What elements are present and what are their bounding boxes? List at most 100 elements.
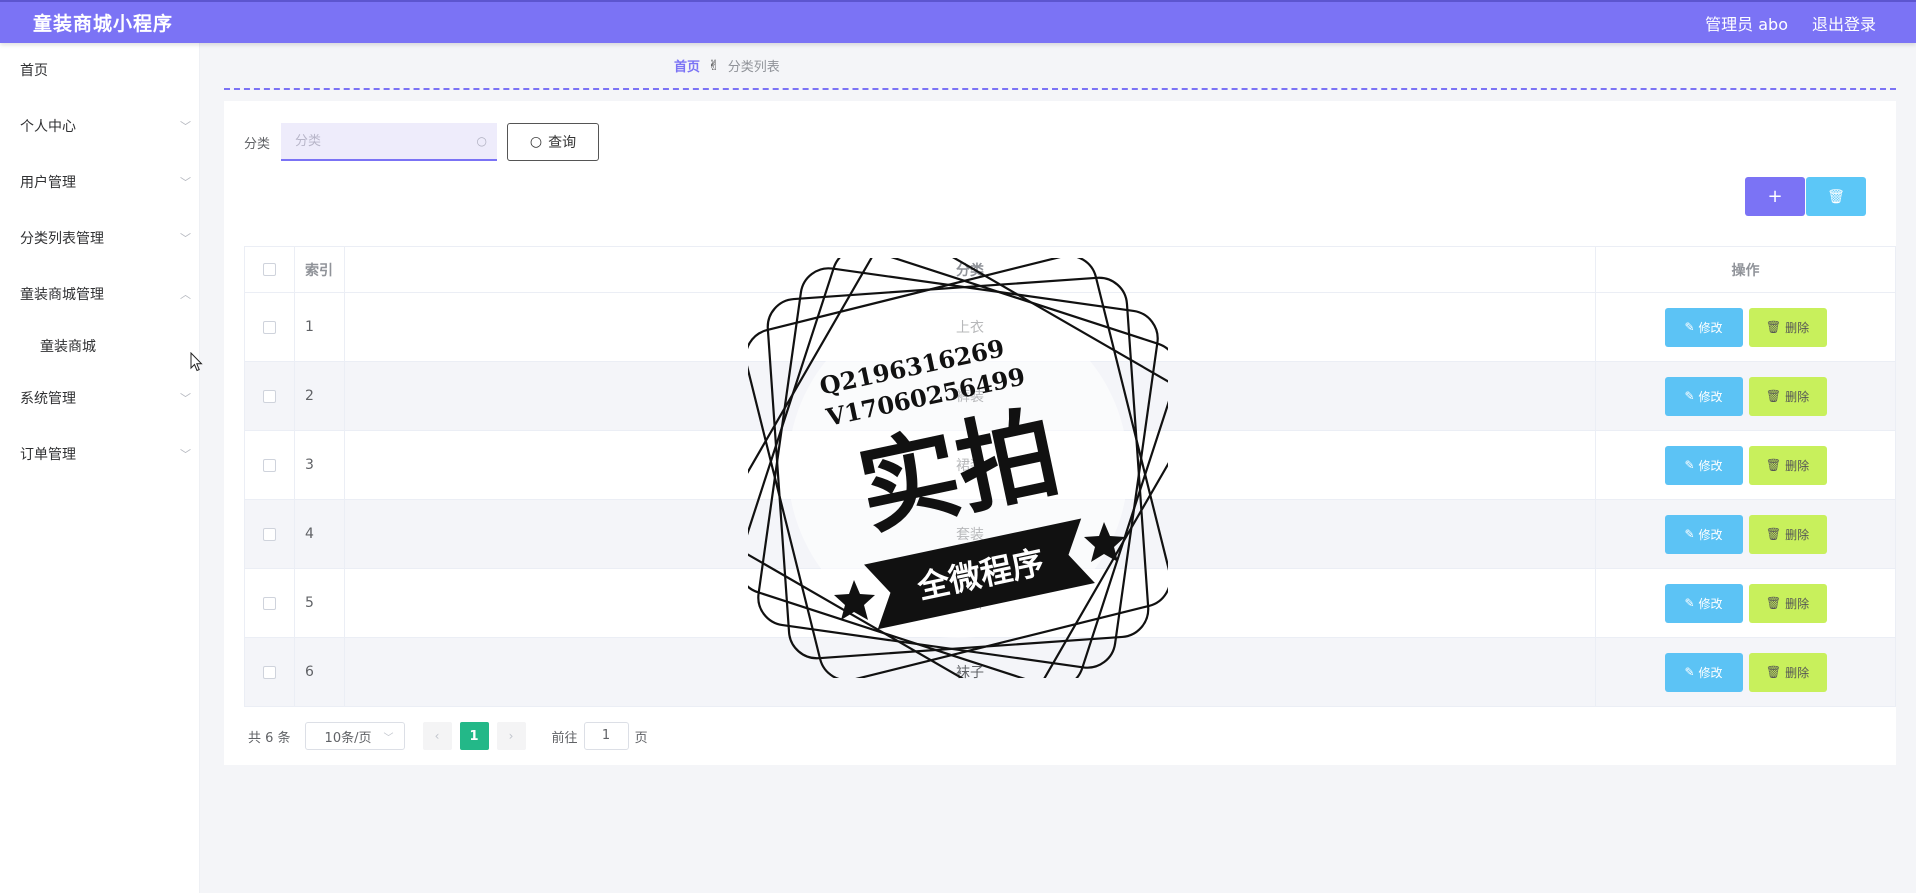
breadcrumb-home[interactable]: 首页 xyxy=(674,56,700,75)
row-index: 6 xyxy=(294,637,345,707)
search-icon: ○ xyxy=(529,134,543,150)
edit-button[interactable]: ✎ 修改 xyxy=(1664,514,1743,554)
column-header-actions: 操作 xyxy=(1595,246,1896,293)
logout-link[interactable]: 退出登录 xyxy=(1812,11,1876,35)
trash-icon: 🗑 xyxy=(1765,527,1782,541)
breadcrumb: 首页 ✌ 分类列表 xyxy=(224,43,1896,90)
pencil-icon: ✎ xyxy=(1684,527,1695,541)
chevron-down-icon: ﹀ xyxy=(180,448,191,461)
delete-button[interactable]: 🗑 删除 xyxy=(1748,514,1827,554)
pagination-total: 共 6 条 xyxy=(248,730,291,746)
row-checkbox[interactable] xyxy=(263,665,276,679)
row-category: 内裤 xyxy=(344,568,1596,638)
next-page-button[interactable]: › xyxy=(496,722,526,750)
sidebar-item-home[interactable]: 首页 xyxy=(0,43,199,99)
table-row: 1 上衣 ✎ 修改 🗑 删除 xyxy=(244,292,1896,362)
sidebar-item-label: 童装商城管理 xyxy=(20,287,104,303)
row-index: 2 xyxy=(294,361,345,431)
sidebar-item-profile[interactable]: 个人中心 ﹀ xyxy=(0,99,199,155)
row-category: 套装 xyxy=(344,499,1596,569)
pencil-icon: ✎ xyxy=(1684,389,1695,403)
mouse-cursor-icon xyxy=(190,352,203,372)
table-row: 3 裙装 ✎ 修改 🗑 删除 xyxy=(244,430,1896,500)
row-checkbox-cell xyxy=(244,568,295,638)
edit-button-label: 修改 xyxy=(1698,320,1723,335)
page-size-value: 10条/页 xyxy=(324,730,372,746)
page-number-button[interactable]: 1 xyxy=(459,722,489,750)
prev-page-button[interactable]: ‹ xyxy=(422,722,452,750)
sidebar-item-label: 订单管理 xyxy=(20,447,76,463)
user-label: 管理员 abo xyxy=(1705,14,1788,34)
delete-button[interactable]: 🗑 删除 xyxy=(1748,583,1827,623)
sidebar-item-system[interactable]: 系统管理 ﹀ xyxy=(0,371,199,427)
table-row: 6 袜子 ✎ 修改 🗑 删除 xyxy=(244,637,1896,707)
delete-button[interactable]: 🗑 删除 xyxy=(1748,652,1827,692)
row-checkbox[interactable] xyxy=(263,596,276,610)
edit-button[interactable]: ✎ 修改 xyxy=(1664,445,1743,485)
delete-button[interactable]: 🗑 删除 xyxy=(1748,445,1827,485)
delete-button[interactable]: 🗑 删除 xyxy=(1748,307,1827,347)
chevron-down-icon: ﹀ xyxy=(180,176,191,189)
pencil-icon: ✎ xyxy=(1684,320,1695,334)
search-label: 分类 xyxy=(244,136,271,152)
row-checkbox[interactable] xyxy=(263,458,276,472)
row-checkbox[interactable] xyxy=(263,527,276,541)
row-actions: ✎ 修改 🗑 删除 xyxy=(1595,361,1896,431)
sidebar-item-orders[interactable]: 订单管理 ﹀ xyxy=(0,427,199,483)
row-checkbox-cell xyxy=(244,430,295,500)
search-icon: ○ xyxy=(476,134,488,148)
query-button[interactable]: ○ 查询 xyxy=(507,123,600,161)
column-header-index: 索引 xyxy=(294,246,345,293)
row-checkbox[interactable] xyxy=(263,389,276,403)
sidebar-subitem-mall[interactable]: 童装商城 xyxy=(0,323,199,371)
add-button[interactable]: + xyxy=(1745,177,1805,216)
search-bar: 分类 ○ ○ 查询 xyxy=(244,123,600,161)
row-actions: ✎ 修改 🗑 删除 xyxy=(1595,568,1896,638)
table-row: 5 内裤 ✎ 修改 🗑 删除 xyxy=(244,568,1896,638)
top-bar: 童装商城小程序 管理员 abo 退出登录 xyxy=(0,0,1916,43)
delete-button[interactable]: 🗑 删除 xyxy=(1748,376,1827,416)
edit-button-label: 修改 xyxy=(1698,389,1723,404)
table-row: 4 套装 ✎ 修改 🗑 删除 xyxy=(244,499,1896,569)
row-checkbox-cell xyxy=(244,361,295,431)
row-actions: ✎ 修改 🗑 删除 xyxy=(1595,430,1896,500)
select-all-checkbox[interactable] xyxy=(263,263,276,276)
bulk-delete-button[interactable]: 🗑 xyxy=(1806,177,1866,216)
goto-page-input[interactable]: 1 xyxy=(583,722,629,750)
delete-button-label: 删除 xyxy=(1785,527,1810,542)
sidebar-item-label: 系统管理 xyxy=(20,391,76,407)
trash-icon: 🗑 xyxy=(1765,665,1782,679)
row-category: 裤装 xyxy=(344,361,1596,431)
search-input[interactable] xyxy=(281,123,498,159)
query-button-label: 查询 xyxy=(548,135,577,151)
app-title: 童装商城小程序 xyxy=(33,13,174,35)
row-category: 上衣 xyxy=(344,292,1596,362)
sidebar-item-category-management[interactable]: 分类列表管理 ﹀ xyxy=(0,211,199,267)
edit-button[interactable]: ✎ 修改 xyxy=(1664,307,1743,347)
goto-prefix: 前往 xyxy=(551,730,578,746)
sidebar-item-users[interactable]: 用户管理 ﹀ xyxy=(0,155,199,211)
edit-button[interactable]: ✎ 修改 xyxy=(1664,652,1743,692)
hand-icon: ✌ xyxy=(708,57,720,74)
sidebar-item-label: 童装商城 xyxy=(40,339,96,355)
page-size-select[interactable]: 10条/页 ﹀ xyxy=(304,722,405,750)
pencil-icon: ✎ xyxy=(1684,596,1695,610)
row-category: 裙装 xyxy=(344,430,1596,500)
edit-button[interactable]: ✎ 修改 xyxy=(1664,583,1743,623)
delete-button-label: 删除 xyxy=(1785,389,1810,404)
row-checkbox-cell xyxy=(244,292,295,362)
goto-suffix: 页 xyxy=(634,730,648,746)
select-all-cell xyxy=(244,246,295,293)
delete-button-label: 删除 xyxy=(1785,596,1810,611)
trash-icon: 🗑 xyxy=(1765,320,1782,334)
row-checkbox[interactable] xyxy=(263,320,276,334)
edit-button[interactable]: ✎ 修改 xyxy=(1664,376,1743,416)
breadcrumb-current: 分类列表 xyxy=(727,60,780,75)
row-checkbox-cell xyxy=(244,637,295,707)
chevron-down-icon: ﹀ xyxy=(180,232,191,245)
trash-icon: 🗑 xyxy=(1765,389,1782,403)
search-field: ○ xyxy=(281,123,498,161)
sidebar-item-mall-management[interactable]: 童装商城管理 ︿ xyxy=(0,267,199,323)
pencil-icon: ✎ xyxy=(1684,458,1695,472)
row-actions: ✎ 修改 🗑 删除 xyxy=(1595,499,1896,569)
